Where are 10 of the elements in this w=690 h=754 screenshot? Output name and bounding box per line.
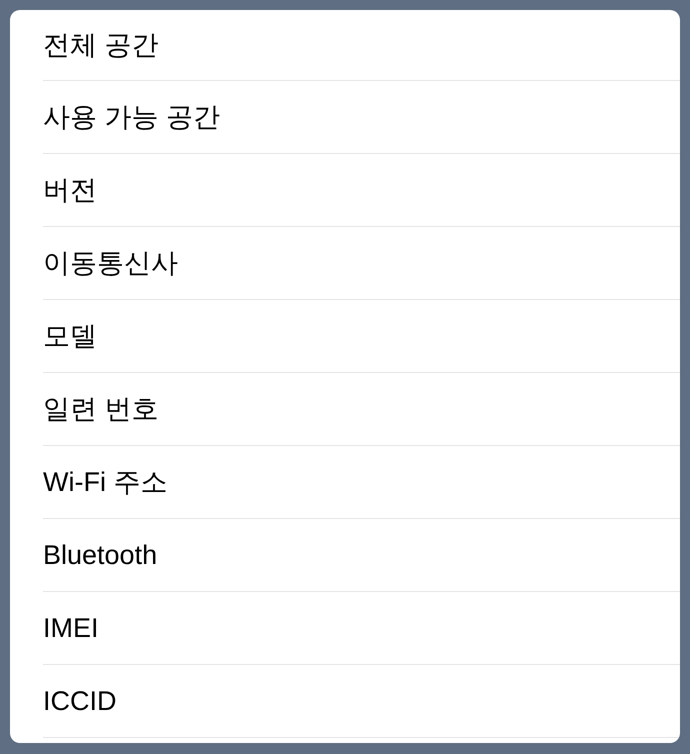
row-label: 일련 번호 xyxy=(43,392,159,426)
row-label: 모델 xyxy=(43,320,97,352)
row-label: 이동통신사 xyxy=(43,246,178,280)
row-label: Bluetooth xyxy=(43,538,158,572)
row-label: IMEI xyxy=(43,612,99,644)
row-label: ICCID xyxy=(43,684,116,718)
row-label: 버전 xyxy=(43,174,97,206)
row-label: Wi-Fi 주소 xyxy=(43,466,168,498)
row-label: 사용 가능 공간 xyxy=(43,100,220,134)
row-label: 전체 공간 xyxy=(43,28,159,62)
